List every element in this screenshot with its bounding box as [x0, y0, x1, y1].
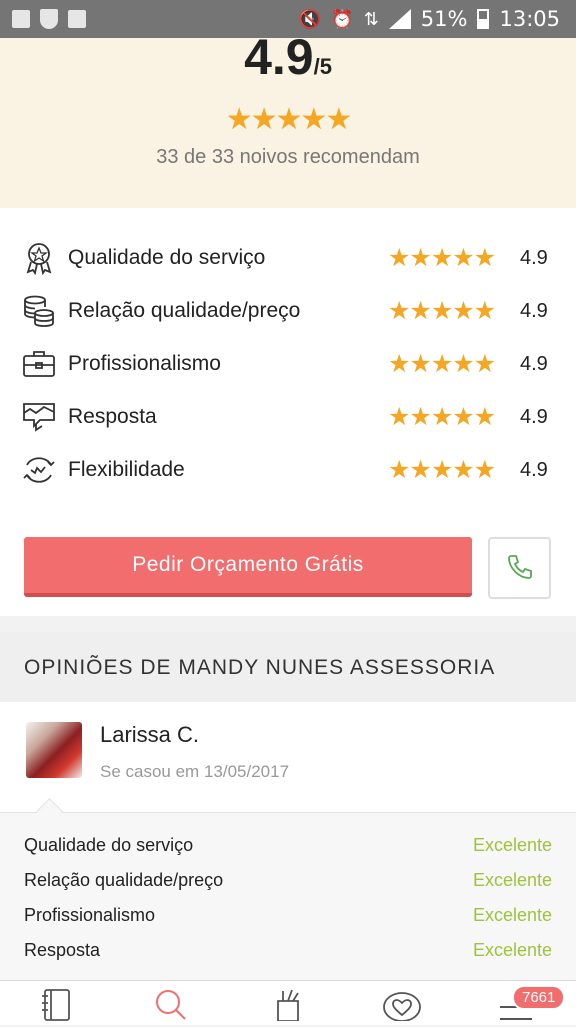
criterion-score: 4.9: [520, 352, 548, 375]
criterion-row: Resposta ★★★★★ 4.9: [0, 391, 576, 443]
review-rating-row: Qualidade do serviço Excelente: [0, 835, 576, 870]
image-icon: [12, 10, 30, 28]
mute-icon: 🔇: [298, 8, 322, 29]
flex-icon: [22, 453, 56, 487]
wedding-date: Se casou em 13/05/2017: [100, 762, 290, 781]
criterion-score: 4.9: [520, 405, 548, 428]
briefcase-icon: [22, 347, 56, 381]
data-icon: ⇅: [363, 8, 379, 29]
review-rating-value: Excelente: [472, 905, 552, 925]
score-value: 4.9: [244, 29, 314, 85]
shield-icon: [40, 9, 58, 29]
criterion-score: 4.9: [520, 458, 548, 481]
review-ratings: Qualidade do serviço Excelente Relação q…: [0, 812, 576, 983]
author-name: Larissa C.: [100, 722, 200, 747]
battery-icon: [477, 9, 490, 29]
criterion-stars: ★★★★★: [388, 403, 496, 431]
score-max: /5: [313, 54, 332, 79]
status-left-icons: [12, 9, 86, 29]
nav-search[interactable]: [140, 987, 200, 1027]
search-icon: [156, 990, 186, 1020]
overall-stars: ★★★★★: [0, 102, 576, 137]
recycle-icon: [68, 10, 86, 28]
coins-icon: [22, 294, 56, 328]
signal-icon: [388, 9, 411, 29]
review-rating-value: Excelente: [472, 870, 552, 890]
star-rating: ★★★★★: [225, 103, 352, 136]
call-button[interactable]: [488, 537, 551, 599]
phone-icon: [507, 555, 532, 579]
review-rating-label: Profissionalismo: [24, 905, 156, 925]
criteria-list: Qualidade do serviço ★★★★★ 4.9 Relação q…: [0, 208, 576, 522]
nav-tools[interactable]: [258, 987, 318, 1027]
criterion-label: Profissionalismo: [68, 352, 221, 375]
review-rating-label: Qualidade do serviço: [24, 835, 194, 855]
criterion-score: 4.9: [520, 246, 548, 269]
tools-icon: [277, 989, 299, 1021]
review-rating-label: Relação qualidade/preço: [24, 870, 224, 890]
reviews-heading-text: OPINIÕES DE MANDY NUNES ASSESSORIA: [24, 656, 496, 679]
avatar: [26, 722, 82, 778]
criterion-score: 4.9: [520, 299, 548, 322]
bottom-navigation: 7661: [0, 980, 576, 1025]
review-rating-row: Profissionalismo Excelente: [0, 905, 576, 940]
notification-badge: 7661: [512, 985, 566, 1010]
action-bar: Pedir Orçamento Grátis: [0, 520, 576, 616]
criterion-label: Qualidade do serviço: [68, 246, 266, 269]
review-rating-row: Relação qualidade/preço Excelente: [0, 870, 576, 905]
request-quote-button[interactable]: Pedir Orçamento Grátis: [24, 537, 472, 597]
nav-messages[interactable]: [372, 987, 432, 1027]
criterion-stars: ★★★★★: [388, 244, 496, 272]
review-author[interactable]: Larissa C. Se casou em 13/05/2017: [0, 702, 576, 812]
award-icon: [22, 241, 56, 275]
review-rating-value: Excelente: [472, 940, 552, 960]
criterion-label: Flexibilidade: [68, 458, 185, 481]
notebook-icon: [42, 989, 70, 1021]
criterion-row: Qualidade do serviço ★★★★★ 4.9: [0, 232, 576, 284]
criterion-label: Resposta: [68, 405, 157, 428]
criterion-row: Relação qualidade/preço ★★★★★ 4.9: [0, 285, 576, 337]
rating-summary: 4.9/5 ★★★★★ 33 de 33 noivos recomendam: [0, 29, 576, 208]
criterion-stars: ★★★★★: [388, 297, 496, 325]
review-rating-row: Resposta Excelente: [0, 940, 576, 975]
criterion-stars: ★★★★★: [388, 350, 496, 378]
heart-chat-icon: [383, 992, 421, 1021]
criterion-label: Relação qualidade/preço: [68, 299, 301, 322]
criterion-row: Profissionalismo ★★★★★ 4.9: [0, 338, 576, 390]
overall-score: 4.9/5: [0, 28, 576, 86]
recommend-text: 33 de 33 noivos recomendam: [156, 146, 420, 168]
criterion-row: Flexibilidade ★★★★★ 4.9: [0, 444, 576, 496]
alarm-icon: ⏰: [331, 8, 354, 29]
nav-notebook[interactable]: [26, 987, 86, 1027]
review-rating-value: Excelente: [472, 835, 552, 855]
criterion-stars: ★★★★★: [388, 456, 496, 484]
review-rating-label: Resposta: [24, 940, 101, 960]
chat-icon: [22, 400, 56, 434]
reviews-heading: OPINIÕES DE MANDY NUNES ASSESSORIA: [0, 632, 576, 702]
